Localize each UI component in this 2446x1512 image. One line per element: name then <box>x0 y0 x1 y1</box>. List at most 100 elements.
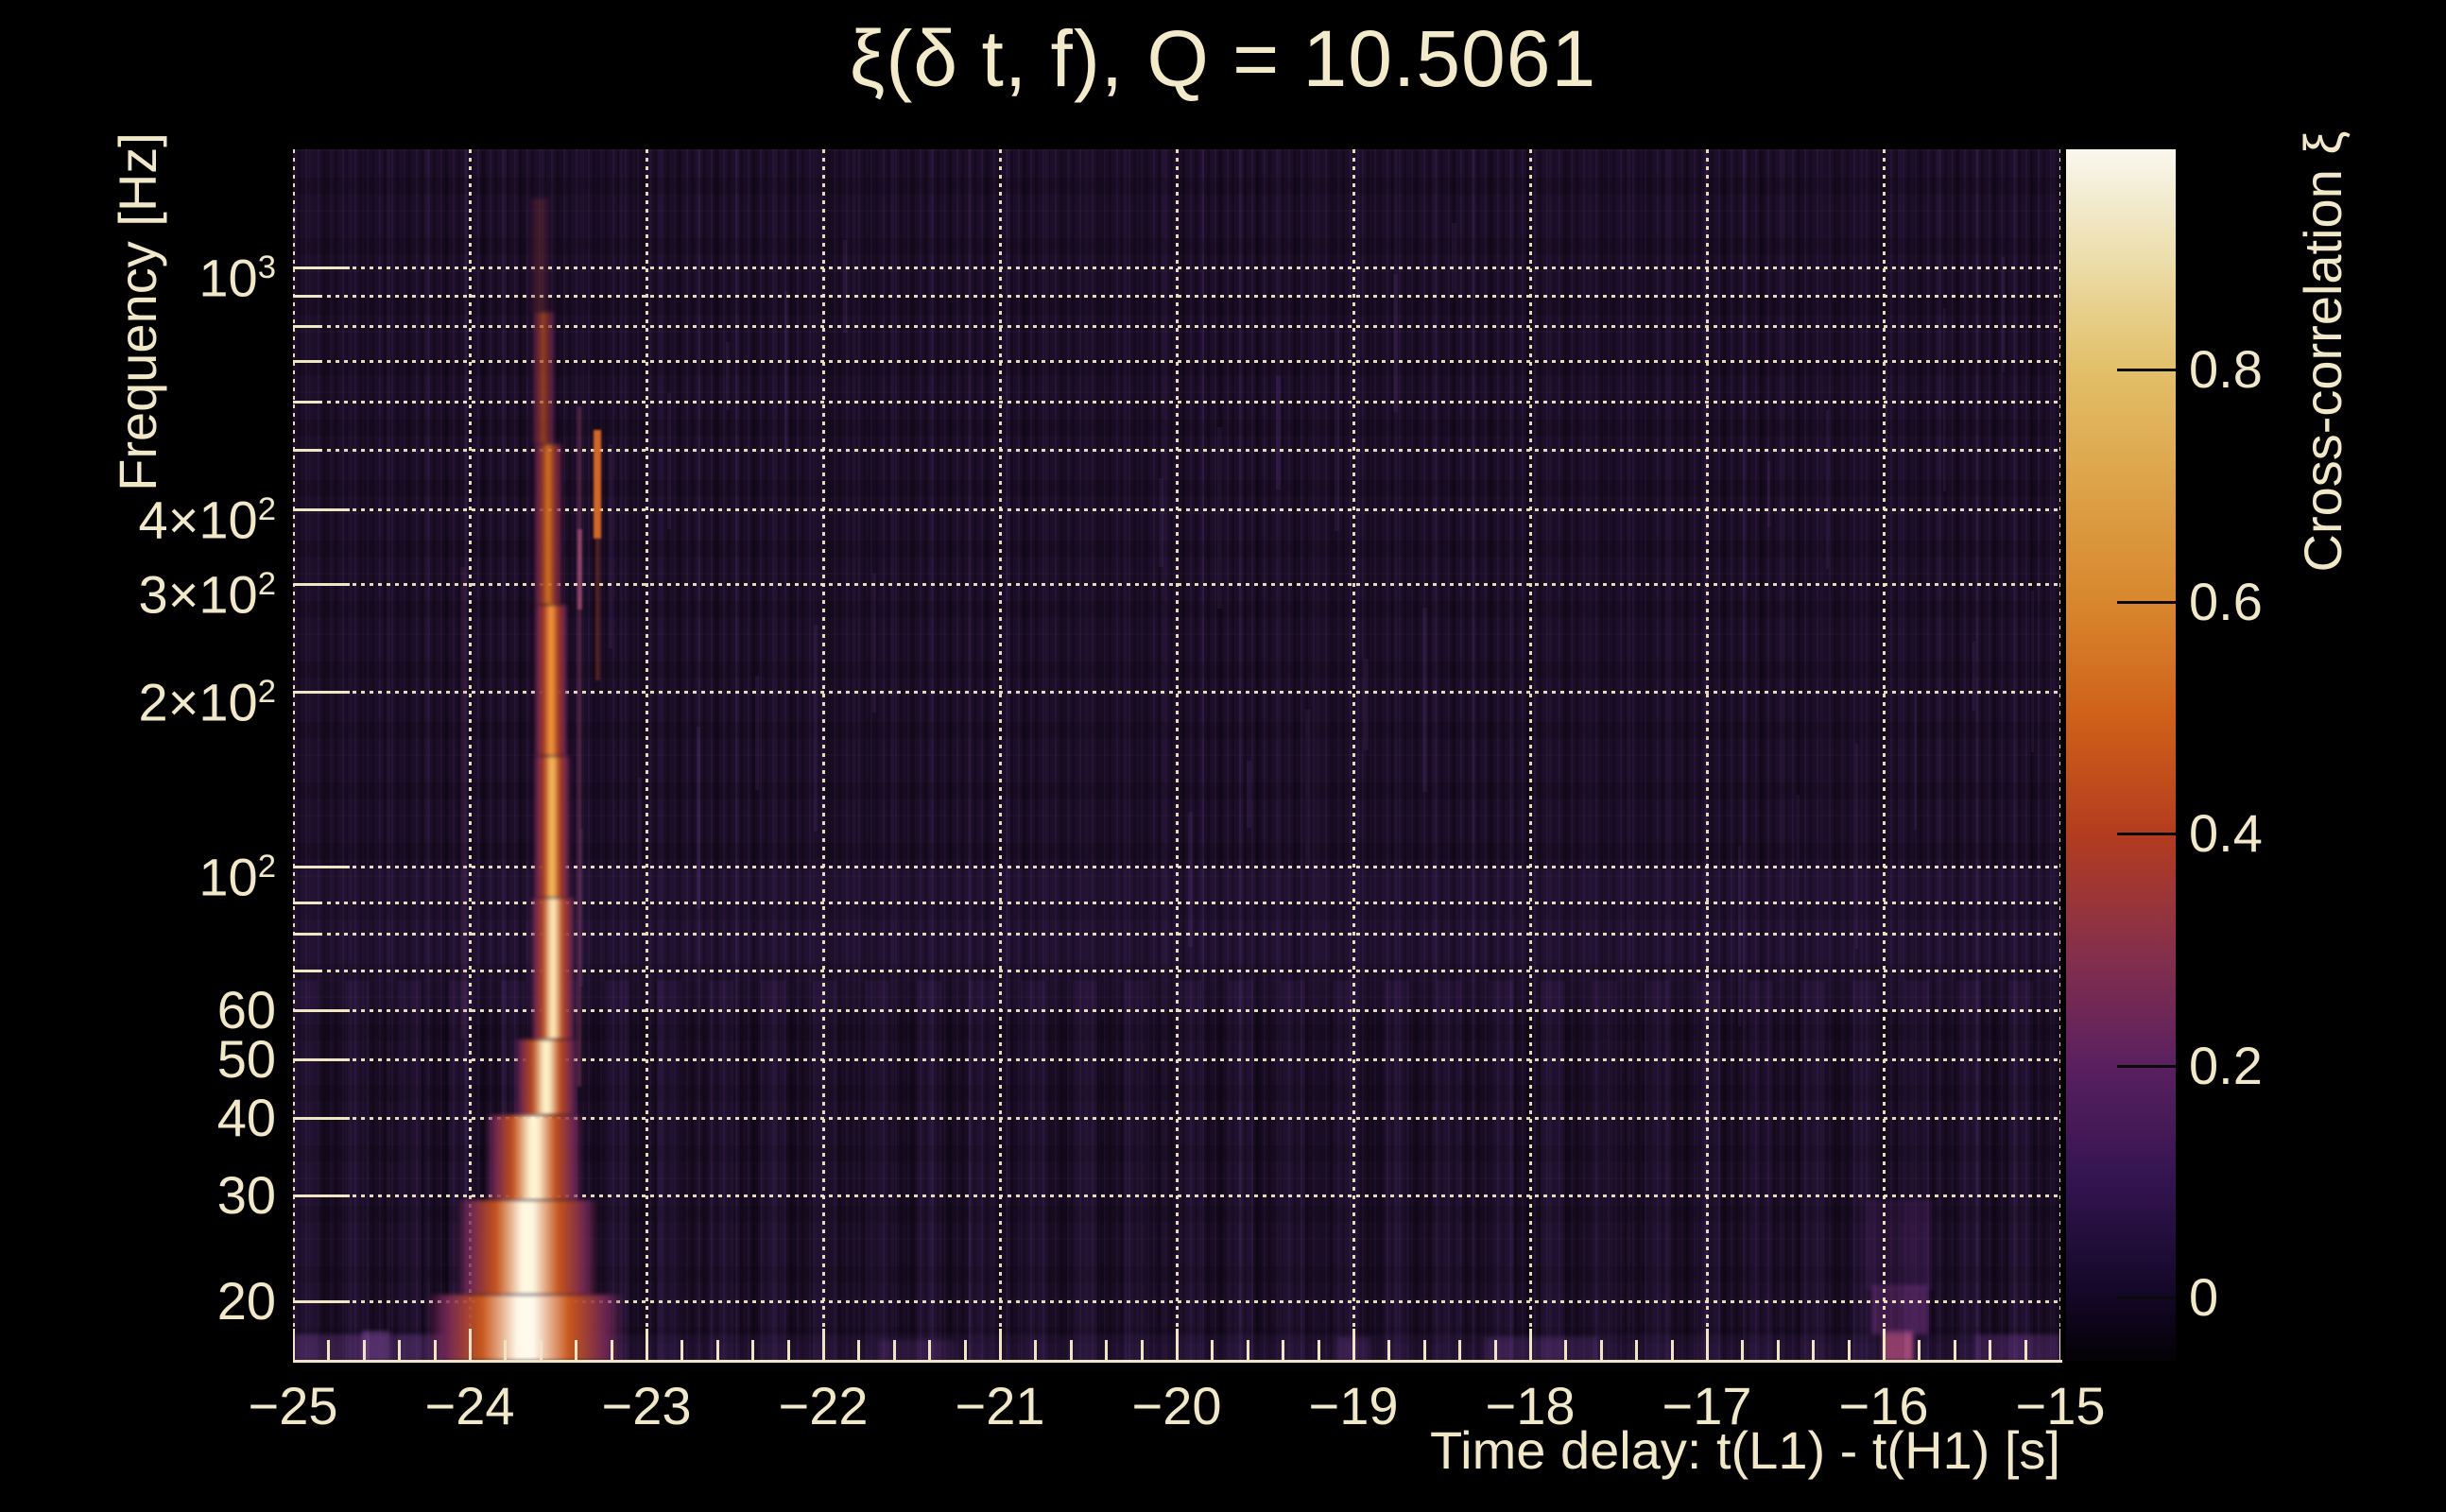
x-axis-tick <box>1069 1340 1073 1361</box>
x-axis-tick <box>1635 1340 1639 1361</box>
x-axis-tick <box>1918 1340 1921 1361</box>
y-tick-label-base: 20 <box>216 1271 276 1331</box>
chirp-feature-segment <box>533 756 571 898</box>
x-tick-label: −21 <box>955 1376 1045 1435</box>
y-tick-label: 2×102 <box>0 663 276 731</box>
x-axis-tick <box>1564 1340 1568 1361</box>
y-axis-tick <box>293 508 350 511</box>
y-tick-label-base: 4×10 <box>138 490 258 550</box>
x-tick-label: −23 <box>601 1376 692 1435</box>
y-axis-tick <box>293 401 321 404</box>
y-tick-label-exponent: 3 <box>257 249 276 285</box>
colorbar-tick-label: 0.4 <box>2189 803 2263 863</box>
colorbar-tick-label: 0.8 <box>2189 339 2263 399</box>
colorbar-tick-label: 0.6 <box>2189 571 2263 631</box>
colorbar-tick <box>2117 833 2176 835</box>
y-tick-label: 103 <box>0 239 276 307</box>
x-tick-label: −25 <box>248 1376 338 1435</box>
x-tick-label: −17 <box>1662 1376 1752 1435</box>
secondary-streak <box>461 567 465 1040</box>
y-axis-tick <box>293 295 321 298</box>
x-axis-tick <box>539 1340 543 1361</box>
x-axis-tick <box>822 1329 825 1361</box>
y-tick-label-base: 40 <box>216 1088 276 1147</box>
chirp-feature-segment <box>485 1115 583 1200</box>
y-tick-label-base: 10 <box>198 248 258 308</box>
y-tick-label-exponent: 2 <box>257 491 276 527</box>
x-axis-tick <box>293 1329 295 1361</box>
chirp-feature-segment <box>534 605 568 756</box>
secondary-streak <box>577 406 581 1087</box>
y-axis-tick <box>293 1058 350 1061</box>
chirp-feature-segment <box>530 198 549 312</box>
colorbar-tick-label: 0.2 <box>2189 1035 2263 1095</box>
x-axis-tick <box>1883 1329 1886 1361</box>
y-tick-label-base: 30 <box>216 1165 276 1225</box>
y-tick-label: 20 <box>0 1273 276 1330</box>
colorbar-tick <box>2117 600 2176 604</box>
x-axis-tick <box>327 1340 331 1361</box>
x-axis-tick <box>646 1329 648 1361</box>
y-tick-label-base: 50 <box>216 1029 276 1089</box>
x-tick-label: −18 <box>1485 1376 1576 1435</box>
heatmap-plot-area <box>293 149 2060 1361</box>
x-axis-tick <box>786 1340 790 1361</box>
x-axis-tick <box>963 1340 967 1361</box>
secondary-streak <box>594 539 600 680</box>
x-axis-tick <box>1317 1340 1320 1361</box>
x-tick-label: −20 <box>1131 1376 1222 1435</box>
x-axis-tick <box>1953 1340 1956 1361</box>
y-axis-tick <box>293 449 321 452</box>
x-axis-tick <box>751 1340 755 1361</box>
x-axis-tick <box>1776 1340 1780 1361</box>
x-axis-tick <box>1706 1329 1709 1361</box>
x-axis-tick <box>1847 1340 1851 1361</box>
y-tick-label-exponent: 2 <box>257 849 276 885</box>
x-axis-tick <box>1493 1340 1497 1361</box>
x-axis-tick <box>928 1340 932 1361</box>
x-axis-tick <box>575 1340 578 1361</box>
x-axis-tick <box>1458 1340 1462 1361</box>
y-axis-tick <box>293 1194 350 1197</box>
x-axis-tick <box>433 1340 437 1361</box>
y-axis-tick <box>293 1009 350 1012</box>
x-axis-tick <box>1599 1340 1603 1361</box>
y-axis-title: Frequency [Hz] <box>108 132 167 491</box>
x-axis-tick <box>1211 1340 1214 1361</box>
colorbar-tick <box>2117 369 2176 371</box>
colorbar-tick <box>2117 1297 2176 1299</box>
x-tick-label: −15 <box>2015 1376 2106 1435</box>
chirp-feature-segment <box>532 312 555 444</box>
y-tick-label: 30 <box>0 1167 276 1224</box>
chirp-feature-segment <box>514 1040 578 1115</box>
y-tick-label-base: 2×10 <box>138 672 258 732</box>
x-axis-tick <box>1529 1329 1532 1361</box>
y-tick-label: 102 <box>0 838 276 906</box>
x-axis-tick <box>362 1340 366 1361</box>
x-tick-label: −22 <box>778 1376 869 1435</box>
colorbar-tick-label: 0 <box>2189 1267 2219 1327</box>
y-axis-tick <box>293 1117 350 1120</box>
x-tick-label: −24 <box>424 1376 515 1435</box>
y-axis-tick <box>293 1300 350 1303</box>
chirp-feature-segment <box>426 1295 625 1361</box>
x-axis-tick <box>892 1340 896 1361</box>
y-tick-label: 3×102 <box>0 556 276 624</box>
secondary-streak <box>594 430 601 539</box>
y-axis-tick <box>293 266 350 269</box>
x-axis-tick <box>1989 1340 1992 1361</box>
x-axis-tick <box>857 1340 861 1361</box>
y-tick-label: 50 <box>0 1031 276 1088</box>
y-axis-tick <box>293 933 321 936</box>
y-axis-tick <box>293 583 350 586</box>
chart-title: ξ(δ t, f), Q = 10.5061 <box>849 14 1597 103</box>
x-tick-label: −19 <box>1308 1376 1399 1435</box>
y-tick-label: 4×102 <box>0 481 276 549</box>
y-axis-tick <box>293 902 321 904</box>
chirp-feature-segment <box>456 1200 599 1295</box>
y-axis-tick <box>293 866 350 868</box>
x-axis-tick <box>2024 1340 2027 1361</box>
root-canvas: { "title": "ξ(δ t, f), Q = 10.5061", "ax… <box>0 0 2446 1512</box>
colorbar-gradient <box>2066 149 2176 1361</box>
x-axis-tick <box>2059 1329 2060 1361</box>
